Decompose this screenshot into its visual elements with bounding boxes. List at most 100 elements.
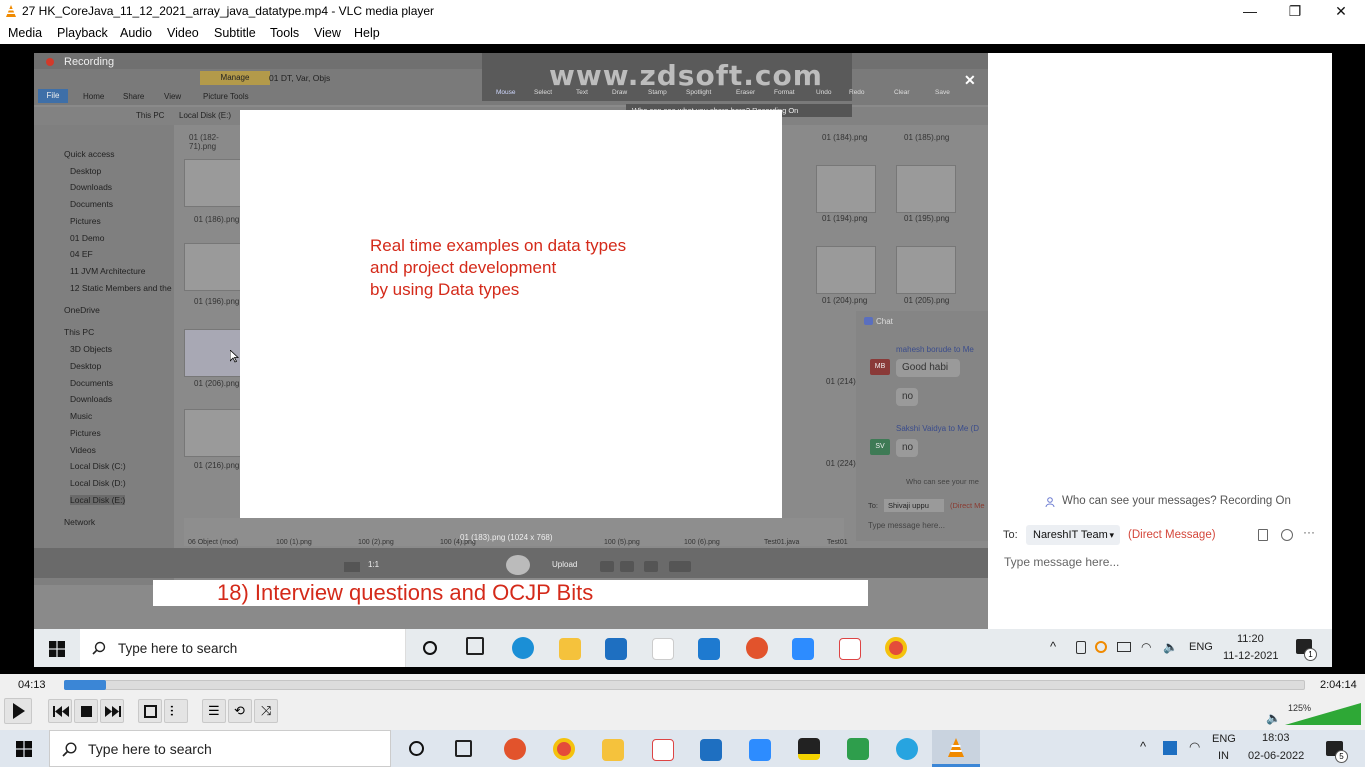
menu-playback[interactable]: Playback xyxy=(57,26,108,40)
explorer-path-title: 01 DT, Var, Objs xyxy=(269,73,331,83)
tray-chevron-icon[interactable]: ^ xyxy=(1140,739,1146,754)
ribbon-picture-tools-tab: Picture Tools xyxy=(203,92,249,101)
zoom-chat-overlay: Chat mahesh borude to Me MB Good habi no… xyxy=(856,311,988,541)
menu-audio[interactable]: Audio xyxy=(120,26,152,40)
annot-tool[interactable]: Clear xyxy=(894,89,910,96)
thumb-label: 01 (182-71).png xyxy=(189,133,219,151)
ribbon-file-tab: File xyxy=(38,89,68,103)
windows-start-icon[interactable] xyxy=(16,741,32,757)
battery-icon xyxy=(1117,642,1131,652)
record-dot-icon xyxy=(46,58,54,66)
skip-next-icon xyxy=(105,706,121,717)
fullscreen-button[interactable] xyxy=(138,699,162,723)
viewer-btn xyxy=(669,561,691,572)
chat-input-placeholder: Type message here... xyxy=(868,521,945,530)
recipient-value: NareshIT Team xyxy=(1033,529,1108,541)
menu-video[interactable]: Video xyxy=(167,26,199,40)
task-view-icon[interactable] xyxy=(455,740,472,757)
store-icon[interactable] xyxy=(700,739,722,761)
lang-line-2[interactable]: IN xyxy=(1218,750,1229,762)
vlc-taskbar-button[interactable] xyxy=(932,730,980,767)
annot-tool[interactable]: Mouse xyxy=(496,89,516,96)
to-label: To: xyxy=(1003,529,1018,541)
loop-button[interactable]: ⟲ xyxy=(228,699,252,723)
explorer-sidebar: Quick access Desktop Downloads Documents… xyxy=(34,125,174,585)
avatar: MB xyxy=(870,359,890,375)
thumb xyxy=(816,246,876,294)
thumb-label: 01 (214). xyxy=(826,377,859,386)
extended-settings-button[interactable]: ⫶ xyxy=(164,699,188,723)
person-lock-icon xyxy=(1045,497,1055,508)
close-button[interactable]: ✕ xyxy=(1318,0,1364,23)
close-share-icon[interactable]: ✕ xyxy=(964,72,976,89)
search-icon xyxy=(92,641,106,655)
snip-icon xyxy=(839,638,861,660)
message-input[interactable]: Type message here... xyxy=(1004,555,1119,569)
nav-item: Local Disk (C:) xyxy=(70,461,126,471)
telegram-icon[interactable] xyxy=(896,738,918,760)
store-icon xyxy=(605,638,627,660)
task-view-icon xyxy=(466,637,484,655)
menu-subtitle[interactable]: Subtitle xyxy=(214,26,256,40)
ribbon-home-tab: Home xyxy=(83,92,105,101)
thumb-label: 01 (186).png xyxy=(194,215,240,224)
excel-icon[interactable] xyxy=(847,738,869,760)
minimize-button[interactable]: — xyxy=(1227,0,1273,23)
next-button[interactable] xyxy=(100,699,124,723)
direct-message-label: (Direct Message) xyxy=(1128,529,1216,541)
tray-vlc-icon xyxy=(1095,641,1107,653)
ribbon-manage-tab: Manage xyxy=(200,71,270,85)
maximize-button[interactable]: ❐ xyxy=(1272,0,1318,23)
taskbar-search-box[interactable]: Type here to search xyxy=(49,730,391,767)
nav-item: Documents xyxy=(70,378,113,388)
nav-item: 12 Static Members and the xyxy=(70,283,172,293)
shuffle-button[interactable]: ⤨ xyxy=(254,699,278,723)
recorder-icon[interactable] xyxy=(504,738,526,760)
playlist-button[interactable]: ☰ xyxy=(202,699,226,723)
more-options-icon[interactable]: ··· xyxy=(1303,525,1315,539)
nav-item: 04 EF xyxy=(70,249,93,259)
sticky-notes-icon[interactable] xyxy=(798,738,820,760)
annot-tool[interactable]: Save xyxy=(935,89,950,96)
menu-view[interactable]: View xyxy=(314,26,341,40)
network-icon[interactable]: ◠ xyxy=(1189,739,1200,755)
chat-sender: Sakshi Vaidya to Me (D xyxy=(896,424,979,433)
volume-slider[interactable] xyxy=(1285,703,1361,725)
annot-tool[interactable]: Redo xyxy=(849,89,865,96)
nav-item: Quick access xyxy=(64,149,115,159)
menu-help[interactable]: Help xyxy=(354,26,380,40)
emoji-icon[interactable] xyxy=(1281,529,1293,541)
zoom-icon[interactable] xyxy=(749,739,771,761)
recipient-select[interactable]: NareshIT Team ▾ xyxy=(1026,525,1120,545)
cortana-icon[interactable] xyxy=(409,741,424,756)
play-button[interactable] xyxy=(4,698,32,724)
chat-message: no xyxy=(896,439,918,457)
file-icon[interactable] xyxy=(1258,529,1268,541)
thumb-label: 100 (5).png xyxy=(604,539,640,546)
explorer-icon[interactable] xyxy=(602,739,624,761)
watermark: www.zdsoft.com xyxy=(549,59,823,92)
wifi-icon: ◠ xyxy=(1141,640,1152,654)
thumb-label: 06 Object (mod) xyxy=(188,539,239,546)
menu-tools[interactable]: Tools xyxy=(270,26,299,40)
lang-line-1[interactable]: ENG xyxy=(1212,733,1236,745)
tray-app-icon[interactable] xyxy=(1163,741,1177,755)
thumb-label: Test01 xyxy=(827,539,848,546)
recorded-taskbar: Type here to search ^ ◠ 🔈 ENG 11:20 11-1… xyxy=(34,629,1332,667)
viewer-upload: Upload xyxy=(552,560,578,569)
viewer-ratio: 1:1 xyxy=(368,560,380,569)
notification-badge: 5 xyxy=(1335,750,1348,763)
viewer-btn xyxy=(620,561,634,572)
seek-bar[interactable] xyxy=(64,680,1305,690)
stop-button[interactable] xyxy=(74,699,98,723)
tray-chevron-icon: ^ xyxy=(1050,639,1057,654)
snip-icon[interactable] xyxy=(652,739,674,761)
menu-media[interactable]: Media xyxy=(8,26,42,40)
ribbon-view-tab: View xyxy=(164,92,182,101)
clock-date[interactable]: 02-06-2022 xyxy=(1248,750,1304,762)
chat-message: Good habi xyxy=(896,359,960,377)
previous-button[interactable] xyxy=(48,699,72,723)
chrome-icon[interactable] xyxy=(553,738,575,760)
clock-time[interactable]: 18:03 xyxy=(1262,732,1290,744)
slide-line-3: by using Data types xyxy=(370,280,520,299)
